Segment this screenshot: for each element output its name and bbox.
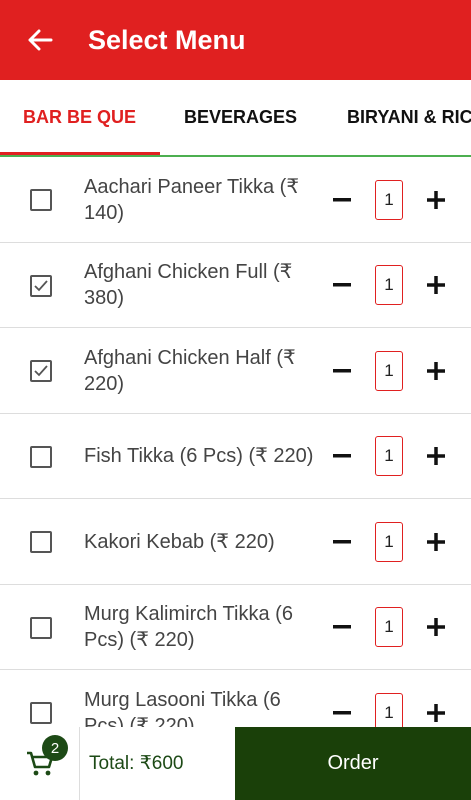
quantity-field[interactable]: 1 <box>375 692 403 727</box>
decrease-button[interactable] <box>330 444 354 468</box>
minus-icon <box>333 454 351 458</box>
cart-count-badge: 2 <box>42 735 68 761</box>
quantity-stepper: 1 <box>330 521 448 562</box>
list-item: Kakori Kebab (₹ 220) 1 <box>0 499 471 585</box>
plus-icon <box>427 276 445 294</box>
quantity-stepper: 1 <box>330 607 448 648</box>
category-tabs: BAR BE QUE BEVERAGES BIRYANI & RIC <box>0 80 471 157</box>
arrow-back-icon <box>28 29 53 51</box>
increase-button[interactable] <box>424 530 448 554</box>
item-checkbox[interactable] <box>30 616 52 639</box>
minus-icon <box>333 368 351 372</box>
tab-bar-be-que[interactable]: BAR BE QUE <box>23 80 136 155</box>
back-button[interactable] <box>0 0 80 80</box>
item-name: Fish Tikka (6 Pcs) (₹ 220) <box>84 445 314 467</box>
minus-icon <box>333 710 351 714</box>
item-name: Afghani Chicken Half (₹ 220) <box>84 346 296 395</box>
decrease-button[interactable] <box>330 701 354 725</box>
item-name: Aachari Paneer Tikka (₹ 140) <box>84 175 300 224</box>
quantity-stepper: 1 <box>330 179 448 220</box>
quantity-field[interactable]: 1 <box>375 521 403 562</box>
plus-icon <box>427 361 445 380</box>
tab-beverages[interactable]: BEVERAGES <box>184 80 297 155</box>
item-name: Murg Lasooni Tikka (6 Pcs) (₹ 220) <box>84 688 281 728</box>
list-item: Murg Kalimirch Tikka (6 Pcs) (₹ 220) 1 <box>0 585 471 670</box>
check-icon <box>34 279 48 291</box>
quantity-field[interactable]: 1 <box>375 607 403 647</box>
list-item: Aachari Paneer Tikka (₹ 140) 1 <box>0 157 471 243</box>
increase-button[interactable] <box>424 359 448 383</box>
quantity-field[interactable]: 1 <box>375 265 403 305</box>
list-item: Afghani Chicken Full (₹ 380) 1 <box>0 243 471 328</box>
decrease-button[interactable] <box>330 359 354 383</box>
item-checkbox[interactable] <box>30 445 52 468</box>
menu-list[interactable]: Aachari Paneer Tikka (₹ 140) 1 Afghani C… <box>0 157 471 727</box>
quantity-stepper: 1 <box>330 692 448 727</box>
page-title: Select Menu <box>88 24 246 55</box>
minus-icon <box>333 539 351 543</box>
bottom-bar: 2 Total: ₹600 Order <box>0 727 471 800</box>
cart-button[interactable]: 2 <box>0 727 80 800</box>
decrease-button[interactable] <box>330 530 354 554</box>
plus-icon <box>427 618 445 636</box>
increase-button[interactable] <box>424 444 448 468</box>
item-checkbox[interactable] <box>30 274 52 297</box>
item-name: Kakori Kebab (₹ 220) <box>84 530 275 553</box>
item-name: Afghani Chicken Full (₹ 380) <box>84 261 293 309</box>
plus-icon <box>427 190 445 209</box>
item-checkbox[interactable] <box>30 189 52 211</box>
quantity-stepper: 1 <box>330 265 448 306</box>
order-total: Total: ₹600 <box>89 753 184 774</box>
item-checkbox[interactable] <box>30 702 52 724</box>
app-bar: Select Menu <box>0 0 471 80</box>
decrease-button[interactable] <box>330 615 354 639</box>
decrease-button[interactable] <box>330 273 354 297</box>
minus-icon <box>333 197 351 201</box>
plus-icon <box>427 447 445 465</box>
item-checkbox[interactable] <box>30 360 52 382</box>
minus-icon <box>333 625 351 629</box>
tab-biryani-rice[interactable]: BIRYANI & RIC <box>347 80 471 155</box>
plus-icon <box>427 532 445 551</box>
quantity-stepper: 1 <box>330 436 448 477</box>
increase-button[interactable] <box>424 615 448 639</box>
active-tab-indicator <box>0 152 160 155</box>
quantity-field[interactable]: 1 <box>375 179 403 220</box>
list-item: Afghani Chicken Half (₹ 220) 1 <box>0 328 471 414</box>
quantity-field[interactable]: 1 <box>375 350 403 391</box>
minus-icon <box>333 283 351 287</box>
increase-button[interactable] <box>424 273 448 297</box>
plus-icon <box>427 703 445 722</box>
check-icon <box>34 365 48 377</box>
list-item: Murg Lasooni Tikka (6 Pcs) (₹ 220) 1 <box>0 670 471 727</box>
quantity-stepper: 1 <box>330 350 448 391</box>
increase-button[interactable] <box>424 701 448 725</box>
order-button[interactable]: Order <box>235 727 471 800</box>
list-item: Fish Tikka (6 Pcs) (₹ 220) 1 <box>0 414 471 499</box>
item-checkbox[interactable] <box>30 531 52 553</box>
item-name: Murg Kalimirch Tikka (6 Pcs) (₹ 220) <box>84 603 293 651</box>
increase-button[interactable] <box>424 188 448 212</box>
quantity-field[interactable]: 1 <box>375 436 403 476</box>
decrease-button[interactable] <box>330 188 354 212</box>
